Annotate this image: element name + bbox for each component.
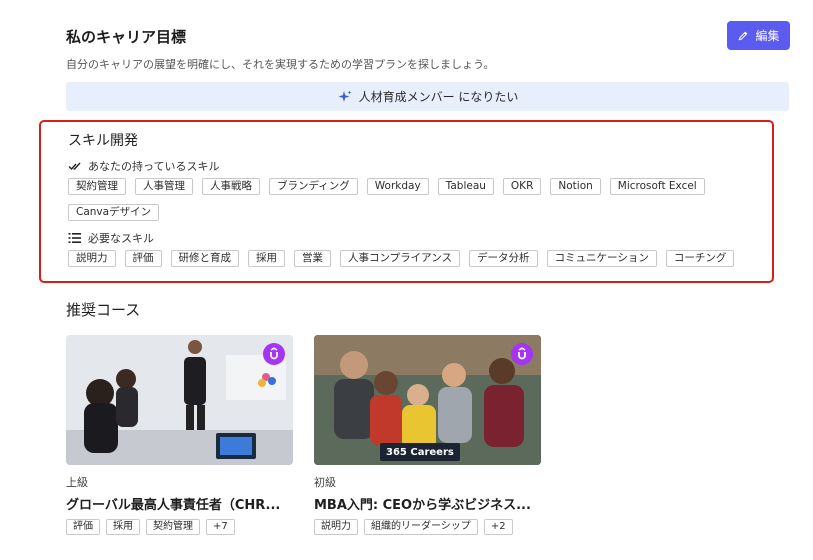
skills-title: スキル開発 bbox=[68, 133, 138, 149]
course-skill-tag: 評価 bbox=[66, 519, 100, 535]
course-skill-tag: 採用 bbox=[106, 519, 140, 535]
course-level: 上級 bbox=[66, 476, 88, 489]
skills-development-section: スキル開発 あなたの持っているスキル 契約管理 人事管理 人事戦略 ブランディン… bbox=[39, 120, 774, 283]
skill-tag[interactable]: 人事コンプライアンス bbox=[340, 250, 461, 267]
publisher-brand-badge: 365 Careers bbox=[380, 443, 460, 461]
course-thumbnail[interactable]: 365 Careers bbox=[314, 335, 541, 465]
course-more-skills-count: +2 bbox=[483, 519, 513, 535]
course-title[interactable]: MBA入門: CEOから学ぶビジネス... bbox=[314, 494, 542, 513]
skill-tag[interactable]: Tableau bbox=[437, 178, 494, 195]
skill-tag[interactable]: コミュニケーション bbox=[546, 250, 657, 267]
skill-tag[interactable]: コーチング bbox=[665, 250, 735, 267]
skill-tag[interactable]: 営業 bbox=[294, 250, 331, 267]
required-skills-label: 必要なスキル bbox=[88, 232, 154, 245]
skill-tag[interactable]: 人事戦略 bbox=[202, 178, 260, 195]
required-skills-heading: 必要なスキル bbox=[68, 230, 154, 246]
course-skill-tag: 組織的リーダーシップ bbox=[364, 519, 478, 535]
skill-tag[interactable]: 人事管理 bbox=[135, 178, 193, 195]
udemy-business-icon bbox=[263, 343, 285, 365]
skill-tag[interactable]: 採用 bbox=[248, 250, 285, 267]
course-title[interactable]: グローバル最高人事責任者（CHR... bbox=[66, 494, 294, 513]
course-level: 初級 bbox=[314, 476, 336, 489]
course-skill-tags: 説明力 組織的リーダーシップ +2 bbox=[314, 519, 542, 535]
course-more-skills-count: +7 bbox=[206, 519, 235, 535]
page-subtitle: 自分のキャリアの展望を明確にし、それを実現するための学習プランを探しましょう。 bbox=[66, 58, 495, 71]
pencil-icon bbox=[739, 31, 748, 40]
skill-tag[interactable]: Microsoft Excel bbox=[609, 178, 705, 195]
goal-banner: 人材育成メンバー になりたい bbox=[66, 82, 789, 111]
career-goal-header: 私のキャリア目標 自分のキャリアの展望を明確にし、それを実現するための学習プラン… bbox=[66, 21, 790, 72]
owned-skills-list: 契約管理 人事管理 人事戦略 ブランディング Workday Tableau O… bbox=[68, 178, 748, 221]
course-thumbnail[interactable] bbox=[66, 335, 293, 465]
skill-tag[interactable]: 評価 bbox=[124, 250, 162, 267]
publisher-brand-label: 365 Careers bbox=[386, 446, 454, 458]
course-skill-tag: 説明力 bbox=[314, 519, 358, 535]
owned-skills-heading: あなたの持っているスキル bbox=[68, 158, 219, 174]
edit-button[interactable]: 編集 bbox=[727, 21, 790, 50]
recommended-courses-title: 推奨コース bbox=[66, 301, 141, 319]
required-skills-list: 説明力 評価 研修と育成 採用 営業 人事コンプライアンス データ分析 コミュニ… bbox=[68, 250, 748, 267]
course-skill-tag: 契約管理 bbox=[146, 519, 200, 535]
course-card[interactable]: 365 Careers 初級 MBA入門: CEOから学ぶビジネス... 説明力… bbox=[314, 335, 542, 535]
skill-tag[interactable]: Canvaデザイン bbox=[68, 204, 160, 221]
edit-button-label: 編集 bbox=[755, 29, 780, 43]
skill-tag[interactable]: 説明力 bbox=[68, 250, 116, 267]
list-icon bbox=[68, 233, 81, 243]
owned-skills-label: あなたの持っているスキル bbox=[88, 160, 220, 173]
skill-tag[interactable]: Notion bbox=[550, 178, 601, 195]
meeting-photo-illustration bbox=[66, 335, 293, 465]
page-title: 私のキャリア目標 bbox=[66, 28, 187, 46]
skill-tag[interactable]: Workday bbox=[366, 178, 429, 195]
course-skill-tags: 評価 採用 契約管理 +7 bbox=[66, 519, 294, 535]
skill-tag[interactable]: 研修と育成 bbox=[170, 250, 239, 267]
sparkle-icon bbox=[338, 90, 352, 102]
udemy-business-icon bbox=[511, 343, 533, 365]
skill-tag[interactable]: OKR bbox=[502, 178, 542, 195]
skill-tag[interactable]: ブランディング bbox=[269, 178, 358, 195]
skill-tag[interactable]: 契約管理 bbox=[68, 178, 126, 195]
double-check-icon bbox=[68, 162, 81, 171]
course-card[interactable]: 上級 グローバル最高人事責任者（CHR... 評価 採用 契約管理 +7 bbox=[66, 335, 294, 535]
goal-banner-text: 人材育成メンバー になりたい bbox=[358, 90, 519, 104]
skill-tag[interactable]: データ分析 bbox=[469, 250, 538, 267]
